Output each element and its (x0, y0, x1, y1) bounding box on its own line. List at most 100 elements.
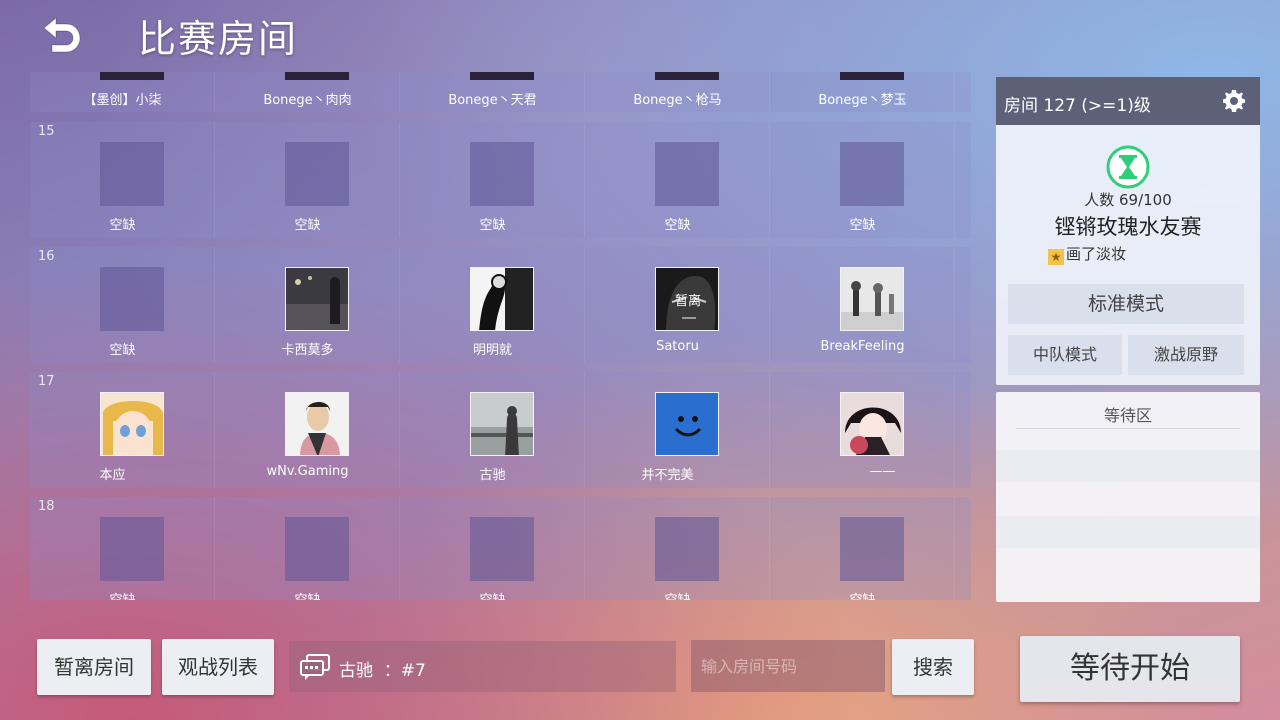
player-name: Bonege丶天君 (448, 93, 537, 108)
room-host: ★ 画了淡妆 (1048, 243, 1126, 265)
mode-wild-button[interactable]: 激战原野 (1128, 335, 1244, 375)
chat-bar[interactable]: 古驰 ：#7 (289, 641, 676, 692)
player-slot[interactable]: 并不完美 (585, 372, 770, 488)
empty-avatar (285, 142, 349, 206)
avatar (470, 392, 534, 456)
avatar (100, 392, 164, 456)
player-slot[interactable]: 空缺 (30, 247, 215, 363)
player-name: wNv.Gaming (266, 464, 349, 479)
player-name: 空缺 (390, 589, 595, 600)
player-name: Bonege丶肉肉 (263, 93, 352, 108)
page-title: 比赛房间 (138, 17, 299, 61)
player-name: 并不完美 (641, 468, 694, 483)
avatar (285, 72, 349, 80)
search-button[interactable]: 搜索 (892, 639, 974, 695)
player-slot[interactable]: 【墨创】小柒 (30, 72, 215, 112)
mode-standard-button[interactable]: 标准模式 (1008, 284, 1244, 324)
player-name: 【墨创】小柒 (83, 93, 162, 108)
player-name: 空缺 (760, 589, 965, 600)
away-room-button[interactable]: 暂离房间 (37, 639, 151, 695)
player-slot[interactable]: Bonege丶天君 (400, 72, 585, 112)
waiting-area-panel: 等待区 (996, 392, 1260, 602)
player-name: 空缺 (575, 589, 780, 600)
room-search-input[interactable] (691, 640, 885, 692)
player-slot[interactable]: Bonege丶枪马 (585, 72, 770, 112)
room-name: 铿锵玫瑰水友赛 (1054, 215, 1202, 239)
chat-bubble-icon (299, 653, 331, 681)
player-slot[interactable]: Bonege丶肉肉 (215, 72, 400, 112)
player-name: Satoru (656, 339, 699, 354)
player-slot[interactable]: 明明就 (400, 247, 585, 363)
team-row: 16 空缺 卡西莫多 明明就 暂离 Satoru BreakFeeling (30, 247, 971, 363)
player-slot[interactable]: 空缺 (770, 122, 955, 238)
avatar (285, 392, 349, 456)
avatar: 暂离 (655, 267, 719, 331)
player-slot[interactable]: 空缺 (30, 497, 215, 600)
player-name: BreakFeeling (820, 339, 905, 354)
team-row: 15 空缺 空缺 空缺 空缺 空缺 (30, 122, 971, 238)
avatar (470, 267, 534, 331)
player-name: 空缺 (109, 343, 136, 358)
player-name: 空缺 (109, 218, 136, 233)
player-name: 空缺 (849, 218, 876, 233)
avatar (470, 72, 534, 80)
empty-avatar (470, 142, 534, 206)
player-name: 空缺 (294, 218, 321, 233)
player-name: Bonege丶枪马 (633, 93, 722, 108)
player-name: —— (869, 464, 896, 479)
empty-avatar (655, 142, 719, 206)
player-slot[interactable]: Bonege丶梦玉 (770, 72, 955, 112)
empty-avatar (100, 267, 164, 331)
hourglass-icon (1106, 145, 1150, 189)
chat-message: 古驰 ：#7 (339, 661, 426, 681)
back-arrow-icon[interactable] (34, 14, 86, 58)
avatar (100, 72, 164, 80)
player-slot[interactable]: 本应 (30, 372, 215, 488)
player-count: 人数 69/100 (1084, 191, 1172, 209)
room-info-header: 房间 127 (>=1)级 (996, 77, 1260, 125)
team-row-14-partial: 【墨创】小柒 Bonege丶肉肉 Bonege丶天君 Bonege丶枪马 Bon… (30, 72, 971, 112)
player-name: 空缺 (479, 218, 506, 233)
player-slot[interactable]: 空缺 (770, 497, 955, 600)
room-info-panel: 房间 127 (>=1)级 人数 69/100 铿锵玫瑰水友赛 ★ 画了淡妆 标准… (996, 77, 1260, 385)
player-name: 卡西莫多 (281, 343, 334, 358)
player-name: Bonege丶梦玉 (818, 93, 907, 108)
avatar (840, 392, 904, 456)
avatar (655, 392, 719, 456)
divider (1016, 428, 1240, 429)
player-slot[interactable]: 古驰 (400, 372, 585, 488)
avatar (840, 267, 904, 331)
host-name: 画了淡妆 (1066, 245, 1127, 263)
player-slot[interactable]: BreakFeeling (770, 247, 955, 363)
mode-team-button[interactable]: 中队模式 (1008, 335, 1122, 375)
player-name: 空缺 (205, 589, 410, 600)
player-slot[interactable]: wNv.Gaming (215, 372, 400, 488)
empty-avatar (100, 517, 164, 581)
empty-avatar (840, 142, 904, 206)
player-name: 空缺 (664, 218, 691, 233)
header: 比赛房间 (0, 0, 1280, 70)
avatar (285, 267, 349, 331)
waiting-list-row (996, 450, 1260, 482)
player-slot[interactable]: 空缺 (400, 122, 585, 238)
player-slot[interactable]: 卡西莫多 (215, 247, 400, 363)
avatar (655, 72, 719, 80)
player-slot[interactable]: 空缺 (585, 497, 770, 600)
player-slot[interactable]: —— (770, 372, 955, 488)
player-slot[interactable]: 暂离 Satoru (585, 247, 770, 363)
player-name: 明明就 (472, 343, 512, 358)
player-slot[interactable]: 空缺 (30, 122, 215, 238)
player-slot[interactable]: 空缺 (400, 497, 585, 600)
spectate-list-button[interactable]: 观战列表 (162, 639, 274, 695)
waiting-list-row (996, 516, 1260, 548)
player-name: 空缺 (30, 589, 225, 600)
start-game-button[interactable]: 等待开始 (1020, 636, 1240, 702)
gear-icon[interactable] (1222, 89, 1246, 113)
player-slot[interactable]: 空缺 (215, 497, 400, 600)
avatar (840, 72, 904, 80)
away-overlay: 暂离 (674, 294, 701, 309)
empty-avatar (840, 517, 904, 581)
player-slot[interactable]: 空缺 (585, 122, 770, 238)
player-slot[interactable]: 空缺 (215, 122, 400, 238)
waiting-area-title: 等待区 (1103, 406, 1152, 425)
